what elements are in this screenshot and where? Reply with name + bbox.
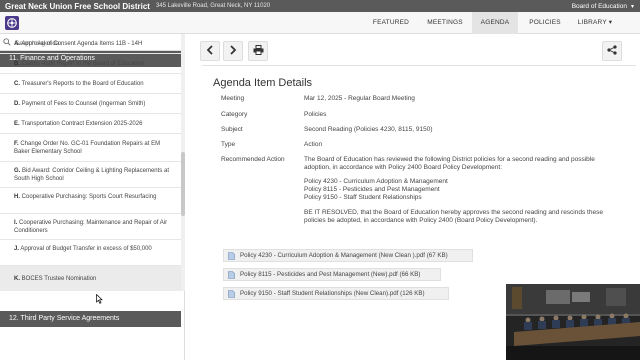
- next-item-button[interactable]: [223, 41, 243, 61]
- item-letter: G.: [14, 168, 21, 174]
- page-title: Agenda Item Details: [213, 77, 313, 89]
- item-title: Approval of Consent Agenda Items 11B - 1…: [21, 41, 143, 47]
- agenda-item[interactable]: I. Cooperative Purchasing: Maintenance a…: [0, 214, 181, 240]
- section-header-third-party[interactable]: 12. Third Party Service Agreements: [0, 311, 181, 327]
- item-letter: K.: [14, 276, 20, 282]
- district-address: 345 Lakeville Road, Great Neck, NY 11020: [155, 3, 271, 9]
- mouse-cursor-icon: [96, 293, 103, 306]
- previous-item-button[interactable]: [200, 41, 220, 61]
- attachment-link[interactable]: Policy 8115 - Pesticides and Pest Manage…: [223, 268, 441, 281]
- resolution-text: BE IT RESOLVED, that the Board of Educat…: [304, 209, 603, 224]
- item-title: Transportation Contract Extension 2025-2…: [21, 121, 143, 127]
- item-letter: H.: [14, 194, 20, 200]
- item-letter: D.: [14, 101, 20, 107]
- agenda-item[interactable]: F. Change Order No. GC-01 Foundation Rep…: [0, 134, 181, 162]
- print-button[interactable]: [248, 41, 268, 61]
- nav-library-label: LIBRARY: [577, 19, 607, 26]
- policy-line: Policy 4230 - Curriculum Adoption & Mana…: [304, 178, 448, 185]
- type-value: Action: [304, 141, 323, 148]
- chevron-left-icon: [206, 45, 214, 57]
- item-letter: I.: [14, 220, 18, 226]
- recommended-action-label: Recommended Action: [221, 156, 285, 163]
- chevron-right-icon: [229, 45, 237, 57]
- attachment-name: Policy 4230 - Curriculum Adoption & Mana…: [240, 252, 448, 259]
- meeting-value: Mar 12, 2025 - Regular Board Meeting: [304, 95, 415, 102]
- item-title: Bid Award: Corridor Ceiling & Lighting R…: [14, 168, 169, 182]
- attachment-name: Policy 8115 - Pesticides and Pest Manage…: [240, 271, 421, 278]
- subject-label: Subject: [221, 126, 243, 133]
- login-caret-icon[interactable]: ▾: [631, 3, 634, 10]
- agenda-item-list: A. Approval of Consent Agenda Items 11B …: [0, 34, 181, 291]
- attachment-name: Policy 9150 - Staff Student Relationship…: [240, 290, 425, 297]
- category-label: Category: [221, 111, 248, 118]
- agenda-item[interactable]: B. Claims Audit Report to the Board of E…: [0, 54, 181, 74]
- item-letter: F.: [14, 141, 19, 147]
- nav-agenda[interactable]: AGENDA: [472, 12, 518, 34]
- type-label: Type: [221, 141, 236, 148]
- item-letter: E.: [14, 121, 20, 127]
- item-letter: B.: [14, 61, 20, 67]
- printer-icon: [253, 45, 264, 57]
- category-value: Policies: [304, 111, 327, 118]
- agenda-item[interactable]: J. Approval of Budget Transfer in excess…: [0, 240, 181, 266]
- item-letter: A.: [14, 41, 20, 47]
- subject-value: Second Reading (Policies 4230, 8115, 915…: [304, 126, 433, 133]
- item-title: Cooperative Purchasing: Sports Court Res…: [21, 194, 157, 200]
- attachment-link[interactable]: Policy 9150 - Staff Student Relationship…: [223, 287, 449, 300]
- item-letter: C.: [14, 81, 20, 87]
- item-title: BOCES Trustee Nomination: [21, 276, 97, 282]
- district-logo-icon[interactable]: [4, 15, 20, 31]
- file-icon: [228, 270, 235, 279]
- main-nav: FEATURED MEETINGS AGENDA POLICIES LIBRAR…: [0, 12, 640, 34]
- file-icon: [228, 289, 235, 298]
- recommended-action-intro: The Board of Education has reviewed the …: [304, 156, 595, 171]
- sidebar-scrollbar-thumb[interactable]: [181, 152, 185, 216]
- agenda-item[interactable]: G. Bid Award: Corridor Ceiling & Lightin…: [0, 162, 181, 188]
- nav-meetings[interactable]: MEETINGS: [419, 12, 471, 34]
- agenda-item[interactable]: C. Treasurer's Reports to the Board of E…: [0, 74, 181, 94]
- item-letter: J.: [14, 246, 20, 252]
- policy-line: Policy 9150 - Staff Student Relationship…: [304, 194, 422, 201]
- agenda-item-selected[interactable]: K. BOCES Trustee Nomination: [0, 266, 181, 291]
- district-name[interactable]: Great Neck Union Free School District: [5, 2, 150, 11]
- agenda-item[interactable]: E. Transportation Contract Extension 202…: [0, 114, 181, 134]
- top-bar: Great Neck Union Free School District 34…: [0, 0, 640, 12]
- item-title: Change Order No. GC-01 Foundation Repair…: [14, 141, 161, 155]
- item-title: Approval of Budget Transfer in excess of…: [20, 246, 152, 252]
- agenda-item[interactable]: D. Payment of Fees to Counsel (Ingerman …: [0, 94, 181, 114]
- toolbar-divider: [202, 65, 636, 66]
- item-title: Treasurer's Reports to the Board of Educ…: [21, 81, 144, 87]
- nav-policies[interactable]: POLICIES: [521, 12, 569, 34]
- agenda-item[interactable]: A. Approval of Consent Agenda Items 11B …: [0, 34, 181, 54]
- login-menu[interactable]: Board of Education: [572, 3, 627, 10]
- meeting-label: Meeting: [221, 95, 245, 102]
- video-frame: [506, 284, 640, 360]
- share-icon: [607, 45, 617, 57]
- nav-library[interactable]: LIBRARY ▾: [572, 12, 618, 34]
- agenda-item[interactable]: H. Cooperative Purchasing: Sports Court …: [0, 188, 181, 214]
- file-icon: [228, 251, 235, 260]
- policy-line: Policy 8115 - Pesticides and Pest Manage…: [304, 186, 440, 193]
- item-title: Cooperative Purchasing: Maintenance and …: [14, 220, 168, 234]
- attachment-link[interactable]: Policy 4230 - Curriculum Adoption & Mana…: [223, 249, 473, 262]
- meeting-video-player[interactable]: [506, 284, 640, 360]
- item-title: Claims Audit Report to the Board of Educ…: [21, 61, 145, 67]
- nav-featured[interactable]: FEATURED: [363, 12, 419, 34]
- library-caret-icon: ▾: [608, 19, 613, 26]
- item-title: Payment of Fees to Counsel (Ingerman Smi…: [21, 101, 146, 107]
- share-button[interactable]: [602, 41, 622, 61]
